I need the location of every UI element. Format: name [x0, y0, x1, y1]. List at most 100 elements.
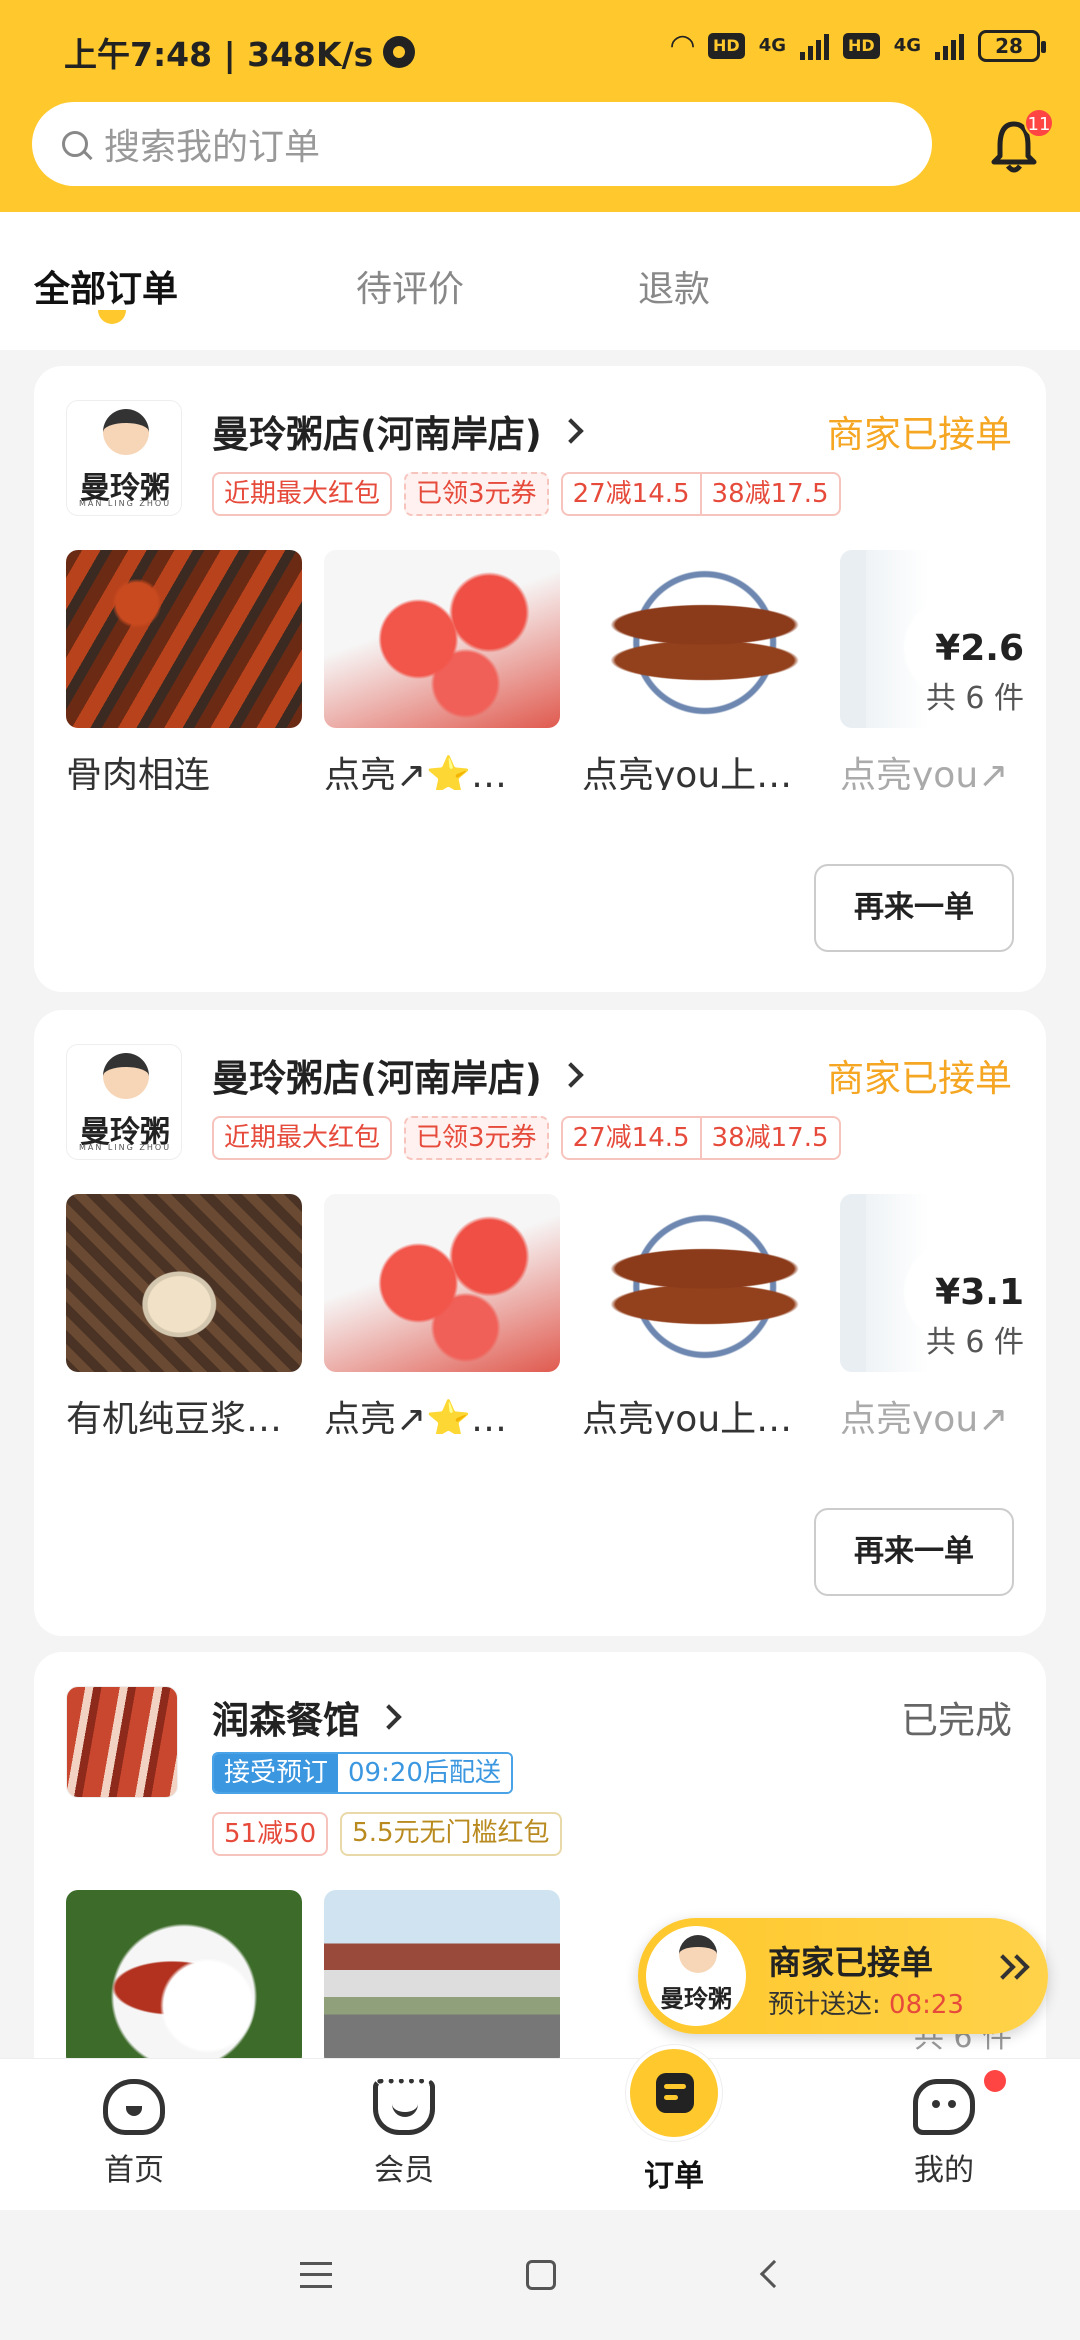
shop-name: 曼玲粥店(河南岸店)	[212, 413, 542, 456]
discount-tag: 27减14.5	[572, 479, 690, 509]
item-image	[66, 1890, 302, 2068]
nav-label: 订单	[644, 2159, 704, 2194]
order-icon	[626, 2045, 722, 2141]
search-placeholder: 搜索我的订单	[104, 127, 321, 168]
order-status: 已完成	[901, 1699, 1012, 1742]
status-time: 上午7:48 | 348K/s	[64, 28, 416, 76]
preorder-tag: 接受预订 09:20后配送	[212, 1752, 513, 1794]
item-name: 点亮you上…	[582, 1399, 793, 1434]
header: 上午7:48 | 348K/s ◠ HD 4G HD 4G 28 搜索我的订单 …	[0, 0, 1080, 212]
order-card[interactable]: 曼玲粥 MAN LING ZHOU 曼玲粥店(河南岸店) 商家已接单 近期最大红…	[34, 366, 1046, 992]
shop-name-link[interactable]: 曼玲粥店(河南岸店)	[212, 1048, 584, 1102]
order-price: ¥3.1	[935, 1272, 1024, 1313]
item-name: 有机纯豆浆…	[66, 1399, 283, 1434]
home-square-icon[interactable]	[526, 2260, 556, 2290]
item-count: 共 6 件	[925, 1325, 1024, 1360]
promo-tag: 近期最大红包	[212, 472, 393, 516]
item-name: 点亮you上…	[582, 755, 793, 790]
item-thumbnails[interactable]: 有机纯豆浆… 点亮↗⭐… 点亮you上… 点亮you↗ ¥3.1 共 6 件	[66, 1194, 1046, 1434]
double-chevron-right-icon	[990, 1954, 1030, 1980]
discount-tag: 38减17.5	[699, 1118, 839, 1158]
search-icon	[62, 131, 88, 157]
item-name: 骨肉相连	[66, 755, 211, 790]
item-name: 点亮↗⭐…	[324, 755, 507, 790]
nav-label: 会员	[374, 2153, 434, 2188]
delivery-status-title: 商家已接单	[768, 1943, 933, 1982]
menu-icon[interactable]	[300, 2262, 332, 2288]
eta-label: 预计送达:	[768, 1990, 890, 2020]
order-tabs: 全部订单 待评价 退款	[0, 212, 1080, 350]
item-name: 点亮↗⭐…	[324, 1399, 507, 1434]
nav-vip[interactable]: 会员	[334, 2079, 474, 2189]
logo-text: 曼玲粥	[660, 1985, 732, 2013]
discount-tag: 27减14.5	[572, 1123, 690, 1153]
notification-dot	[984, 2070, 1006, 2092]
promo-tags: 51减50 5.5元无门槛红包	[212, 1812, 562, 1856]
battery-icon: 28	[978, 29, 1046, 62]
delivery-eta: 预计送达: 08:23	[768, 1984, 964, 2021]
nav-label: 我的	[914, 2153, 974, 2188]
hd-badge-2: HD	[843, 32, 880, 59]
coupon-tag: 已领3元券	[404, 472, 549, 516]
item-image	[66, 1194, 302, 1372]
signal-icon-2	[935, 32, 964, 60]
battery-level: 28	[995, 33, 1023, 58]
shop-logo[interactable]	[66, 1686, 178, 1798]
logo-face-icon	[679, 1935, 717, 1973]
order-status: 商家已接单	[827, 1057, 1012, 1100]
item-thumbnails[interactable]: 骨肉相连 点亮↗⭐… 点亮you上… 点亮you↗ ¥2.6 共 6 件	[66, 550, 1046, 790]
tab-refund[interactable]: 退款	[638, 260, 710, 312]
nav-home[interactable]: 首页	[64, 2079, 204, 2189]
shop-name-link[interactable]: 润森餐馆	[212, 1690, 402, 1744]
nav-orders[interactable]: 订单	[604, 2045, 744, 2195]
reorder-button[interactable]: 再来一单	[814, 864, 1014, 952]
tab-to-review[interactable]: 待评价	[356, 260, 464, 312]
discount-tags: 27减14.5 38减17.5	[560, 1116, 841, 1160]
item-count: 共 6 件	[925, 681, 1024, 716]
logo-face-icon	[103, 1053, 149, 1099]
status-icons: ◠ HD 4G HD 4G 28	[671, 28, 1046, 63]
discount-tag: 38减17.5	[699, 474, 839, 514]
search-bar[interactable]: 搜索我的订单	[32, 102, 932, 186]
status-bar: 上午7:48 | 348K/s ◠ HD 4G HD 4G 28	[0, 0, 1080, 98]
back-icon[interactable]	[759, 2259, 789, 2289]
chevron-right-icon	[558, 1062, 584, 1088]
preorder-label: 接受预订	[214, 1754, 339, 1792]
promo-tags: 近期最大红包 已领3元券 27减14.5 38减17.5	[212, 1116, 841, 1160]
profile-icon	[913, 2079, 975, 2135]
promo-tags: 近期最大红包 已领3元券 27减14.5 38减17.5	[212, 472, 841, 516]
tab-all-orders[interactable]: 全部订单	[34, 260, 178, 312]
shop-name: 曼玲粥店(河南岸店)	[212, 1057, 542, 1100]
delivery-time: 09:20后配送	[338, 1754, 511, 1792]
hd-badge: HD	[708, 32, 745, 59]
discount-tags: 27减14.5 38减17.5	[560, 472, 841, 516]
reorder-button[interactable]: 再来一单	[814, 1508, 1014, 1596]
redpacket-tag: 5.5元无门槛红包	[340, 1812, 562, 1856]
item-image	[324, 1890, 560, 2068]
net-label: 4G	[758, 35, 787, 56]
shop-name-link[interactable]: 曼玲粥店(河南岸店)	[212, 404, 584, 458]
order-card[interactable]: 曼玲粥 MAN LING ZHOU 曼玲粥店(河南岸店) 商家已接单 近期最大红…	[34, 1010, 1046, 1636]
order-total: ¥2.6 共 6 件	[866, 550, 1046, 728]
net-label-2: 4G	[893, 35, 921, 56]
home-icon	[103, 2079, 165, 2135]
chevron-right-icon	[376, 1704, 402, 1730]
shop-logo: 曼玲粥	[646, 1926, 746, 2026]
shop-logo[interactable]: 曼玲粥 MAN LING ZHOU	[66, 1044, 182, 1160]
status-time-text: 上午7:48 | 348K/s	[64, 35, 374, 74]
system-nav-bar	[0, 2210, 1080, 2340]
item-image	[66, 550, 302, 728]
item-name: 点亮you↗	[840, 1399, 1009, 1434]
item-name: 点亮you↗	[840, 755, 1009, 790]
eta-time: 08:23	[889, 1990, 964, 2020]
coupon-tag: 已领3元券	[404, 1116, 549, 1160]
shop-logo[interactable]: 曼玲粥 MAN LING ZHOU	[66, 400, 182, 516]
item-image	[582, 1194, 818, 1372]
chevron-right-icon	[558, 418, 584, 444]
notification-badge: 11	[1024, 108, 1054, 138]
item-image	[324, 550, 560, 728]
logo-subtext: MAN LING ZHOU	[78, 499, 172, 508]
nav-me[interactable]: 我的	[874, 2079, 1014, 2189]
delivery-status-pill[interactable]: 曼玲粥 商家已接单 预计送达: 08:23	[638, 1918, 1048, 2034]
shop-name: 润森餐馆	[212, 1699, 360, 1742]
